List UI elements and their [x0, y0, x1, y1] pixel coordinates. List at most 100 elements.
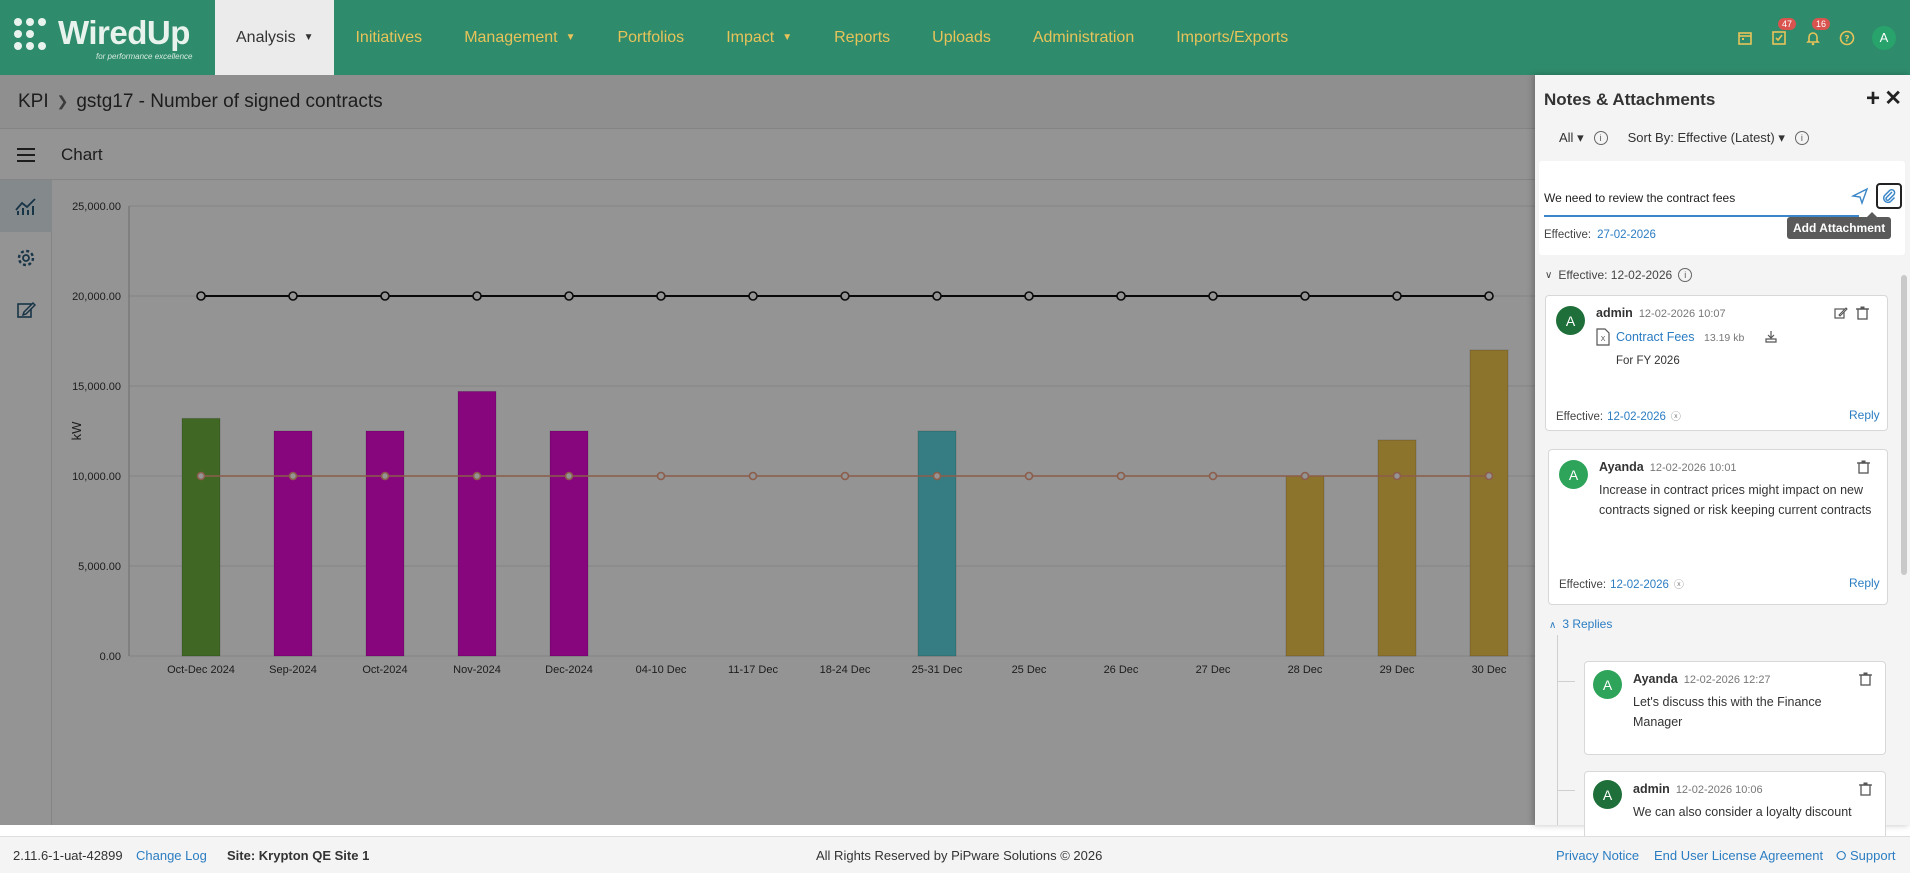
- support-icon: ⭘: [1836, 848, 1851, 863]
- reply-timestamp: 12-02-2026 10:06: [1675, 784, 1763, 796]
- reply-link[interactable]: Reply: [1849, 576, 1880, 590]
- note-body: Increase in contract prices might impact…: [1599, 483, 1872, 517]
- trash-icon[interactable]: [1856, 306, 1869, 320]
- scrollbar[interactable]: [1901, 275, 1907, 575]
- sort-value: Sort By: Effective (Latest): [1627, 130, 1775, 145]
- add-note-icon[interactable]: +: [1866, 85, 1880, 113]
- svg-text:?: ?: [1844, 34, 1849, 44]
- note-effective: Effective: 12-02-2026 ⓧ: [1556, 408, 1681, 423]
- download-icon[interactable]: [1764, 331, 1778, 343]
- note-card: A admin 12-02-2026 10:07 X Contract Fees …: [1545, 295, 1888, 431]
- notes-filters: All ▾ i Sort By: Effective (Latest) ▾ i: [1559, 127, 1899, 149]
- brand-name: WiredUp: [58, 14, 190, 51]
- notes-panel: Notes & Attachments + ✕ All ▾ i Sort By:…: [1535, 75, 1910, 841]
- brand-logo[interactable]: WiredUp for performance excellence: [12, 14, 208, 62]
- effective-label: Effective:: [1559, 579, 1607, 591]
- nav-item-imports-exports[interactable]: Imports/Exports: [1155, 0, 1309, 75]
- nav-item-management[interactable]: Management ▼: [443, 0, 596, 75]
- nav-item-label: Initiatives: [355, 28, 423, 46]
- support-link[interactable]: ⭘ Support: [1836, 848, 1896, 864]
- app-version: 2.11.6-1-uat-42899: [13, 848, 123, 863]
- tasks-icon[interactable]: 47: [1762, 17, 1796, 55]
- close-icon[interactable]: ✕: [1884, 86, 1902, 111]
- attachment-size: 13.19 kb: [1704, 332, 1745, 344]
- filter-select[interactable]: All ▾: [1559, 130, 1584, 146]
- send-icon[interactable]: [1851, 187, 1869, 205]
- caret-down-icon: ▼: [303, 32, 314, 43]
- note-card: A Ayanda 12-02-2026 10:01 Increase in con…: [1548, 449, 1888, 605]
- support-label: Support: [1850, 848, 1896, 863]
- help-icon[interactable]: ?: [1830, 21, 1864, 55]
- filter-value: All: [1559, 130, 1574, 145]
- avatar: A: [1559, 460, 1588, 489]
- thread-line: [1557, 635, 1558, 825]
- reply-link[interactable]: Reply: [1849, 408, 1880, 422]
- note-timestamp: 12-02-2026 10:07: [1638, 308, 1726, 320]
- nav-item-label: Management: [464, 28, 558, 46]
- nav-actions: 47 16 ? A: [1728, 0, 1910, 75]
- info-icon[interactable]: i: [1593, 131, 1608, 145]
- nav-item-impact[interactable]: Impact ▼: [705, 0, 813, 75]
- edit-icon[interactable]: [1834, 306, 1848, 320]
- nav-item-reports[interactable]: Reports: [813, 0, 911, 75]
- notifications-badge: 16: [1811, 17, 1830, 30]
- tasks-badge: 47: [1777, 17, 1796, 30]
- note-input[interactable]: We need to review the contract fees: [1544, 191, 1735, 205]
- reply-author: admin 12-02-2026 10:06: [1633, 782, 1763, 796]
- excel-file-icon: X: [1596, 328, 1610, 346]
- replies-toggle[interactable]: ∧ 3 Replies: [1549, 617, 1612, 631]
- changelog-link[interactable]: Change Log: [136, 848, 207, 863]
- nav-item-label: Analysis: [236, 28, 296, 46]
- trash-icon[interactable]: [1857, 460, 1870, 474]
- modal-backdrop[interactable]: [0, 75, 1535, 825]
- bell-icon[interactable]: 16: [1796, 17, 1830, 55]
- trash-icon[interactable]: [1859, 782, 1872, 796]
- privacy-link[interactable]: Privacy Notice: [1556, 848, 1639, 863]
- svg-text:X: X: [1601, 335, 1606, 343]
- calendar-icon[interactable]: [1728, 21, 1762, 55]
- thread-connector: [1557, 681, 1575, 682]
- nav-item-portfolios[interactable]: Portfolios: [596, 0, 705, 75]
- add-attachment-tooltip: Add Attachment: [1787, 212, 1892, 239]
- attachment-name[interactable]: Contract Fees: [1616, 330, 1695, 344]
- chevron-up-icon: ∧: [1549, 620, 1557, 631]
- nav-item-uploads[interactable]: Uploads: [911, 0, 1012, 75]
- top-nav: WiredUp for performance excellence Analy…: [0, 0, 1910, 75]
- effective-group-header[interactable]: ∨ Effective: 12-02-2026 i: [1545, 268, 1693, 282]
- sort-select[interactable]: Sort By: Effective (Latest) ▾: [1628, 130, 1785, 146]
- author-name: admin: [1633, 782, 1670, 796]
- note-author: Ayanda 12-02-2026 10:01: [1599, 460, 1737, 474]
- trash-icon[interactable]: [1859, 672, 1872, 686]
- notes-header: Notes & Attachments + ✕: [1544, 85, 1902, 115]
- nav-item-label: Impact: [726, 28, 775, 46]
- compose-effective: Effective: 27-02-2026: [1544, 229, 1656, 241]
- effective-label: Effective:: [1556, 411, 1604, 423]
- info-icon[interactable]: i: [1794, 131, 1809, 145]
- avatar: A: [1556, 306, 1585, 335]
- clear-icon[interactable]: ⓧ: [1674, 580, 1684, 591]
- author-name: Ayanda: [1599, 460, 1644, 474]
- nav-item-label: Administration: [1032, 28, 1135, 46]
- compose-effective-date[interactable]: 27-02-2026: [1597, 229, 1656, 241]
- notes-title: Notes & Attachments: [1544, 90, 1716, 109]
- nav-item-label: Uploads: [932, 28, 991, 46]
- info-icon[interactable]: i: [1678, 268, 1693, 282]
- nav-item-initiatives[interactable]: Initiatives: [334, 0, 443, 75]
- replies-count: 3 Replies: [1562, 617, 1613, 631]
- caret-down-icon: ▼: [565, 32, 576, 43]
- user-avatar[interactable]: A: [1872, 25, 1896, 50]
- eula-link[interactable]: End User License Agreement: [1654, 848, 1823, 863]
- effective-label: Effective:: [1544, 229, 1592, 241]
- nav-item-analysis[interactable]: Analysis ▼: [215, 0, 335, 75]
- attachment-description: For FY 2026: [1616, 355, 1680, 367]
- clear-icon[interactable]: ⓧ: [1671, 412, 1681, 423]
- effective-date[interactable]: 12-02-2026: [1610, 579, 1669, 591]
- reply-author: Ayanda 12-02-2026 12:27: [1633, 672, 1771, 686]
- effective-date[interactable]: 12-02-2026: [1607, 411, 1666, 423]
- nav-item-administration[interactable]: Administration: [1012, 0, 1155, 75]
- reply-body: Let's discuss this with the Finance Mana…: [1633, 695, 1822, 729]
- paperclip-icon[interactable]: [1876, 183, 1902, 209]
- author-name: admin: [1596, 306, 1633, 320]
- reply-card: A admin 12-02-2026 10:06 We can also cons…: [1584, 771, 1886, 841]
- nav-item-label: Imports/Exports: [1176, 28, 1289, 46]
